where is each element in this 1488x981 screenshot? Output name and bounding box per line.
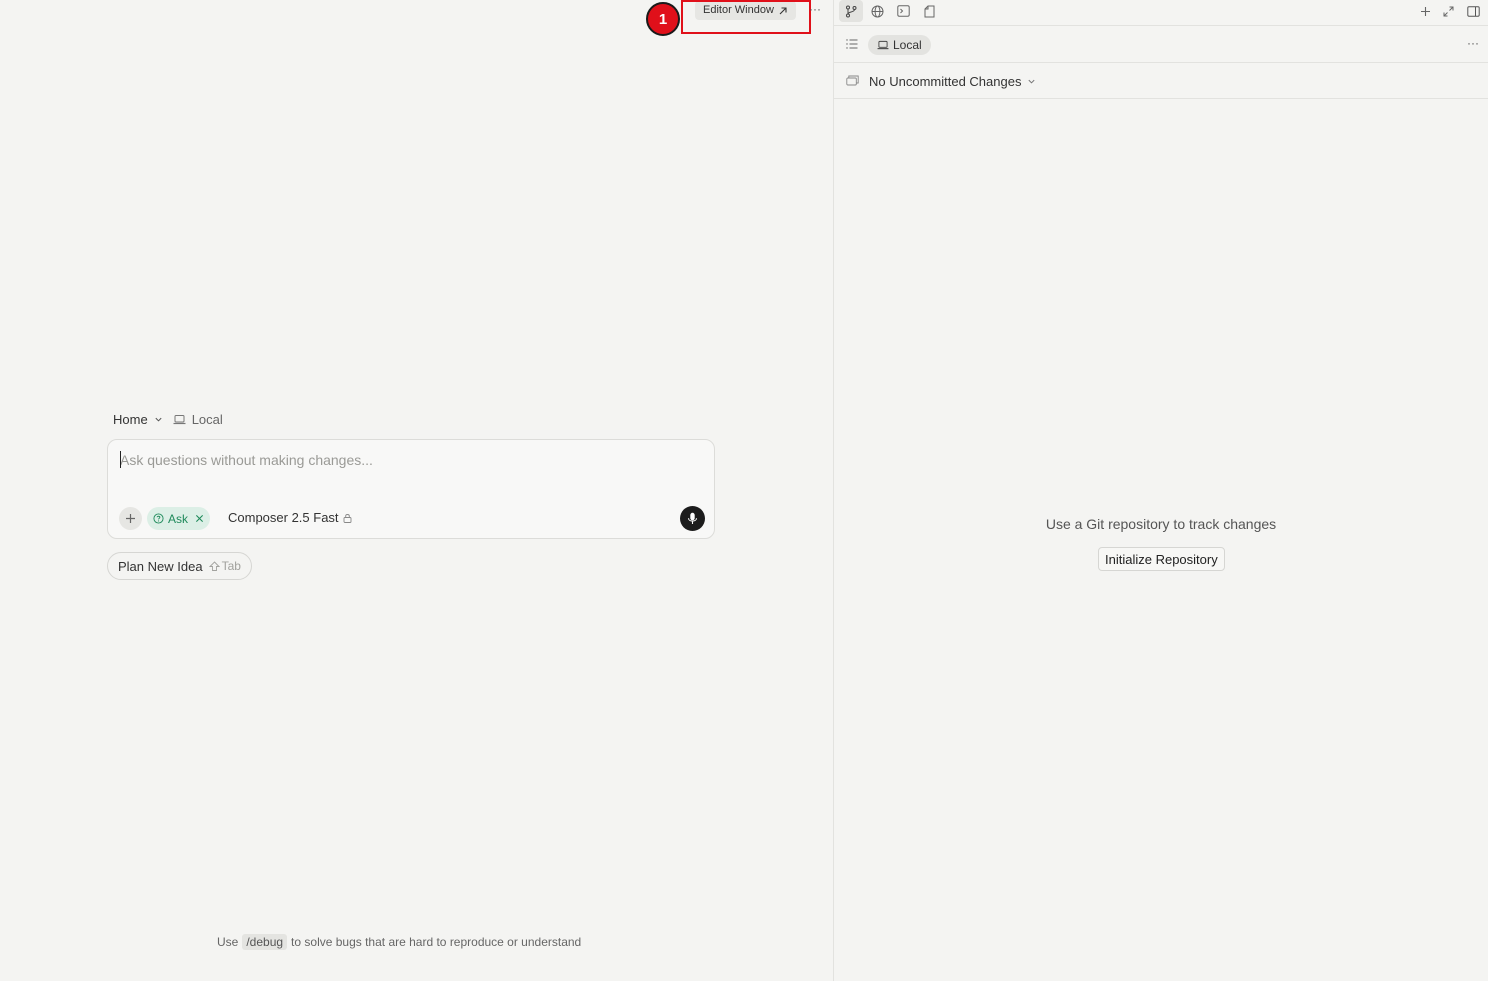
composer-input[interactable] bbox=[120, 450, 680, 470]
lock-icon bbox=[343, 513, 352, 523]
tip-suffix: to solve bugs that are hard to reproduce… bbox=[291, 935, 582, 949]
tab-terminal[interactable] bbox=[891, 0, 915, 22]
annotation-step-badge: 1 bbox=[646, 2, 680, 36]
chevron-down-icon bbox=[1027, 77, 1036, 86]
arrow-up-right-icon bbox=[778, 6, 788, 16]
empty-state-message: Use a Git repository to track changes bbox=[1045, 516, 1277, 532]
globe-icon bbox=[871, 5, 884, 18]
file-icon bbox=[924, 5, 935, 18]
shift-icon bbox=[208, 560, 220, 572]
breadcrumb-home[interactable]: Home bbox=[113, 412, 148, 427]
tab-files[interactable] bbox=[917, 0, 941, 22]
stack-icon bbox=[846, 75, 859, 86]
voice-input-button[interactable] bbox=[680, 506, 705, 531]
ask-mode-label: Ask bbox=[168, 511, 189, 526]
plus-icon bbox=[1420, 6, 1431, 17]
breadcrumb-location[interactable]: Local bbox=[192, 412, 223, 427]
question-circle-icon bbox=[153, 513, 164, 524]
add-context-button[interactable] bbox=[119, 507, 142, 530]
composer-box: Ask Composer 2.5 Fast bbox=[107, 439, 715, 539]
source-control-header: Local ··· bbox=[834, 27, 1488, 63]
uncommitted-changes-label: No Uncommitted Changes bbox=[869, 74, 1022, 89]
breadcrumb: Home Local bbox=[113, 412, 223, 427]
microphone-icon bbox=[687, 512, 698, 525]
location-chip-label: Local bbox=[893, 38, 922, 52]
plus-icon bbox=[125, 513, 136, 524]
tip-prefix: Use bbox=[217, 935, 239, 949]
tab-source-control[interactable] bbox=[839, 0, 863, 22]
right-pane-toolbar bbox=[834, 0, 1488, 26]
list-icon[interactable] bbox=[846, 39, 858, 49]
model-name: Composer 2.5 Fast bbox=[228, 510, 339, 525]
initialize-repository-button[interactable]: Initialize Repository bbox=[1098, 547, 1225, 571]
tip-text: Use /debug to solve bugs that are hard t… bbox=[217, 934, 581, 950]
sidebar-icon bbox=[1466, 5, 1480, 17]
git-branch-icon bbox=[845, 5, 857, 18]
uncommitted-changes-dropdown[interactable]: No Uncommitted Changes bbox=[869, 74, 1036, 89]
source-control-pane: Local ··· No Uncommitted Changes Use a G… bbox=[834, 0, 1488, 981]
more-options-button[interactable]: ··· bbox=[1467, 36, 1479, 50]
new-tab-button[interactable] bbox=[1413, 0, 1437, 22]
editor-window-button[interactable]: Editor Window bbox=[695, 1, 796, 20]
expand-icon bbox=[1443, 6, 1454, 17]
plan-new-idea-button[interactable]: Plan New Idea Tab bbox=[107, 552, 252, 580]
more-options-button[interactable]: ··· bbox=[809, 2, 821, 16]
expand-button[interactable] bbox=[1436, 0, 1460, 22]
toggle-panel-button[interactable] bbox=[1461, 0, 1485, 22]
terminal-icon bbox=[896, 5, 910, 17]
laptop-icon bbox=[173, 414, 186, 425]
ask-mode-chip[interactable]: Ask bbox=[147, 507, 211, 530]
plan-new-idea-label: Plan New Idea bbox=[118, 558, 203, 574]
shortcut-key: Tab bbox=[221, 559, 241, 573]
agent-pane: 1 Editor Window ··· Home Local Ask quest… bbox=[0, 0, 833, 981]
chevron-down-icon[interactable] bbox=[154, 415, 163, 424]
tab-browser[interactable] bbox=[865, 0, 889, 22]
editor-window-label: Editor Window bbox=[703, 4, 774, 16]
laptop-icon bbox=[877, 40, 889, 50]
changes-row: No Uncommitted Changes bbox=[834, 63, 1488, 99]
close-icon[interactable] bbox=[195, 514, 204, 523]
model-selector[interactable]: Composer 2.5 Fast bbox=[228, 510, 352, 525]
tip-command: /debug bbox=[242, 934, 288, 950]
shortcut-hint: Tab bbox=[208, 559, 241, 573]
location-chip[interactable]: Local bbox=[868, 35, 931, 55]
text-caret bbox=[120, 451, 121, 468]
